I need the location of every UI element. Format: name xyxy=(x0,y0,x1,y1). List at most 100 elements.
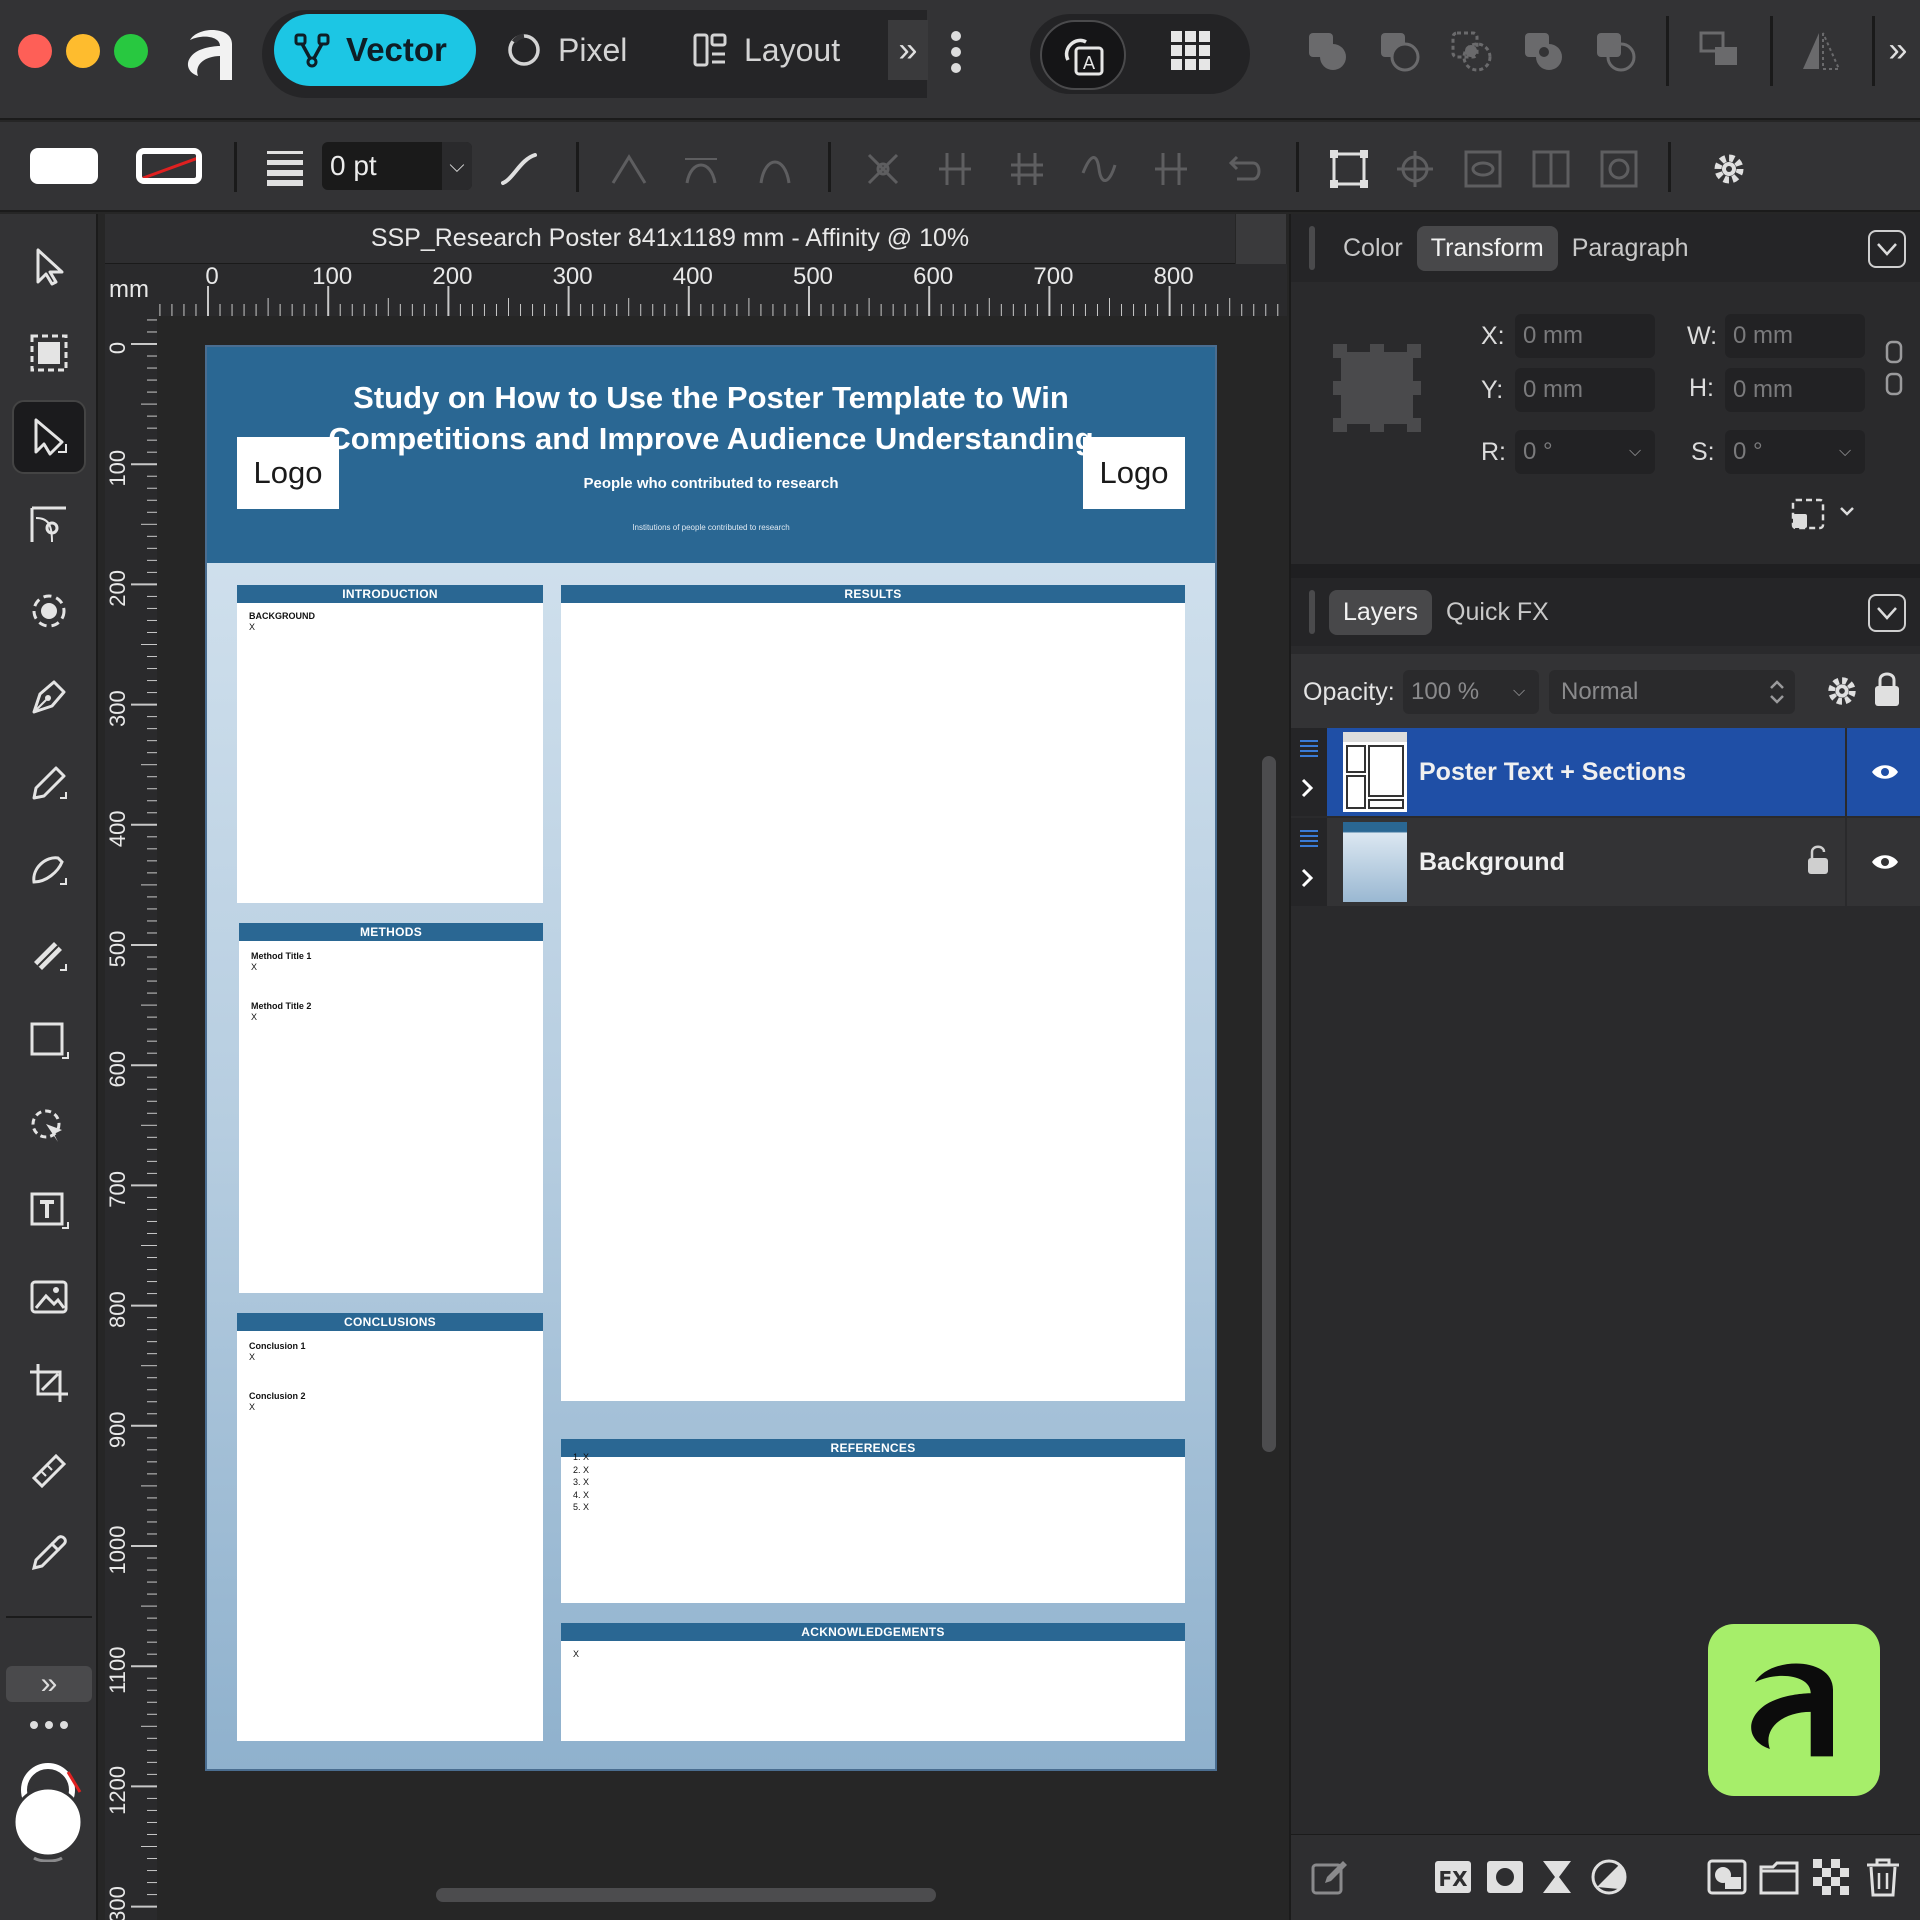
shear-field[interactable]: 0 ° ⌵ xyxy=(1725,430,1865,474)
opacity-field[interactable]: 100 % ⌵ xyxy=(1403,670,1539,714)
zoom-window-button[interactable] xyxy=(114,34,148,68)
arrange-icon[interactable] xyxy=(1696,28,1742,74)
close-window-button[interactable] xyxy=(18,34,52,68)
pressure-curve-icon[interactable] xyxy=(496,146,542,192)
y-field[interactable]: 0 mm xyxy=(1515,368,1655,412)
tools-more-options-icon[interactable] xyxy=(26,1718,72,1732)
place-image-tool[interactable] xyxy=(12,1260,86,1334)
align-center-icon[interactable] xyxy=(1528,146,1574,192)
toolbar-overflow-chevron-icon[interactable]: » xyxy=(1880,30,1916,70)
affinity-logo-icon[interactable] xyxy=(176,20,246,90)
visibility-eye-icon[interactable] xyxy=(1845,728,1920,816)
acknowledgements-section[interactable]: ACKNOWLEDGEMENTS X xyxy=(561,1623,1185,1741)
w-field[interactable]: 0 mm xyxy=(1725,314,1865,358)
text-frame-mode-icon[interactable]: A xyxy=(1040,20,1126,90)
node-tool[interactable] xyxy=(12,400,86,474)
add-pixel-layer-icon[interactable] xyxy=(1705,1855,1749,1899)
snap-target-icon[interactable] xyxy=(1392,146,1438,192)
node-sharp-icon[interactable] xyxy=(606,146,652,192)
poster-contributors[interactable]: People who contributed to research xyxy=(407,475,1015,492)
fill-tool[interactable] xyxy=(12,918,86,992)
conclusions-section[interactable]: CONCLUSIONS Conclusion 1 X Conclusion 2 … xyxy=(237,1313,543,1741)
horizontal-ruler[interactable]: mm 0 100 200 300 400 500 600 700 800 xyxy=(105,264,1287,316)
rotate-mode-icon[interactable] xyxy=(1596,146,1642,192)
references-section[interactable]: REFERENCES 1. X 2. X 3. X 4. X 5. X xyxy=(561,1439,1185,1603)
reverse-curve-icon[interactable] xyxy=(1148,146,1194,192)
close-curve-icon[interactable] xyxy=(932,146,978,192)
layer-mask-icon[interactable] xyxy=(1483,1855,1527,1899)
tab-color[interactable]: Color xyxy=(1329,226,1417,271)
boolean-divide-icon[interactable] xyxy=(1592,28,1638,74)
rotation-field[interactable]: 0 ° ⌵ xyxy=(1515,430,1655,474)
chevron-down-icon[interactable]: ⌵ xyxy=(1629,443,1655,461)
join-curves-icon[interactable] xyxy=(1004,146,1050,192)
persona-vector-button[interactable]: Vector xyxy=(274,14,476,86)
gear-icon[interactable] xyxy=(1706,146,1752,192)
logo-left[interactable]: Logo xyxy=(237,437,339,509)
introduction-section[interactable]: INTRODUCTION BACKGROUND X xyxy=(237,585,543,903)
vertical-scrollbar[interactable] xyxy=(1262,756,1276,1452)
vector-brush-tool[interactable] xyxy=(12,832,86,906)
boolean-xor-icon[interactable] xyxy=(1520,28,1566,74)
results-section[interactable]: RESULTS xyxy=(561,585,1185,1401)
view-mode-icon[interactable] xyxy=(1460,146,1506,192)
flip-horizontal-icon[interactable] xyxy=(1798,28,1844,74)
layer-row-background[interactable]: Background xyxy=(1291,818,1920,906)
tab-quick-fx[interactable]: Quick FX xyxy=(1432,590,1563,635)
more-tools-chevron-icon[interactable]: » xyxy=(6,1666,92,1702)
methods-section[interactable]: METHODS Method Title 1 X Method Title 2 … xyxy=(239,923,543,1293)
lock-icon[interactable] xyxy=(1873,670,1903,710)
boolean-add-icon[interactable] xyxy=(1304,28,1350,74)
poster-title[interactable]: Study on How to Use the Poster Template … xyxy=(287,377,1135,459)
corner-tool[interactable] xyxy=(12,488,86,562)
blend-mode-select[interactable]: Normal xyxy=(1549,670,1795,714)
rectangle-tool[interactable] xyxy=(12,1004,86,1078)
transform-origin-icon[interactable] xyxy=(1789,494,1859,538)
chevron-down-icon[interactable]: ⌵ xyxy=(442,142,472,190)
shape-builder-tool[interactable] xyxy=(12,1090,86,1164)
poster-artboard[interactable]: Study on How to Use the Poster Template … xyxy=(205,345,1217,1771)
logo-right[interactable]: Logo xyxy=(1083,437,1185,509)
smooth-curve-icon[interactable] xyxy=(1076,146,1122,192)
poster-institutions[interactable]: Institutions of people contributed to re… xyxy=(407,523,1015,532)
transparency-checker-icon[interactable] xyxy=(1809,1855,1853,1899)
live-filter-icon[interactable] xyxy=(1587,1855,1631,1899)
point-transform-tool[interactable] xyxy=(12,574,86,648)
layer-fx-icon[interactable]: FX xyxy=(1431,1855,1475,1899)
edit-layer-icon[interactable] xyxy=(1307,1855,1351,1899)
break-curve-icon[interactable] xyxy=(860,146,906,192)
panel-grip[interactable] xyxy=(1309,226,1315,270)
move-tool[interactable] xyxy=(12,230,86,304)
h-field[interactable]: 0 mm xyxy=(1725,368,1865,412)
stroke-width-field[interactable]: 0 pt ⌵ xyxy=(322,142,472,190)
layer-expander[interactable] xyxy=(1291,818,1327,906)
add-group-folder-icon[interactable] xyxy=(1757,1855,1801,1899)
more-options-icon[interactable] xyxy=(944,24,968,80)
fill-color-swatch[interactable] xyxy=(30,148,98,184)
node-smooth-icon[interactable] xyxy=(678,146,724,192)
undo-curve-icon[interactable] xyxy=(1220,146,1266,192)
stroke-color-swatch[interactable] xyxy=(136,148,202,184)
node-smart-icon[interactable] xyxy=(752,146,798,192)
anchor-selector-icon[interactable] xyxy=(1331,342,1423,434)
layer-expander[interactable] xyxy=(1291,728,1327,816)
stroke-style-icon[interactable] xyxy=(262,144,308,190)
artistic-text-tool[interactable] xyxy=(12,1174,86,1248)
tab-paragraph[interactable]: Paragraph xyxy=(1558,226,1703,271)
horizontal-scrollbar[interactable] xyxy=(436,1888,936,1902)
vertical-ruler[interactable]: 0 100 200 300 400 500 600 700 800 900 1000 1100 1200… xyxy=(105,316,157,1920)
tab-transform[interactable]: Transform xyxy=(1416,225,1558,271)
lock-icon[interactable] xyxy=(1807,844,1831,878)
layer-row-poster-text[interactable]: Poster Text + Sections xyxy=(1291,728,1920,816)
fill-stroke-color-widget[interactable] xyxy=(10,1762,88,1863)
crop-tool[interactable] xyxy=(12,1346,86,1420)
artboard-tool[interactable] xyxy=(12,316,86,390)
color-picker-tool[interactable] xyxy=(12,1516,86,1590)
panel-collapse-chevron-icon[interactable] xyxy=(1868,594,1906,632)
boolean-subtract-icon[interactable] xyxy=(1376,28,1422,74)
persona-pixel-button[interactable]: Pixel xyxy=(506,14,627,86)
panel-grip[interactable] xyxy=(1309,590,1315,634)
pen-tool[interactable] xyxy=(12,660,86,734)
persona-layout-button[interactable]: Layout xyxy=(692,14,840,86)
gear-icon[interactable] xyxy=(1825,674,1859,708)
